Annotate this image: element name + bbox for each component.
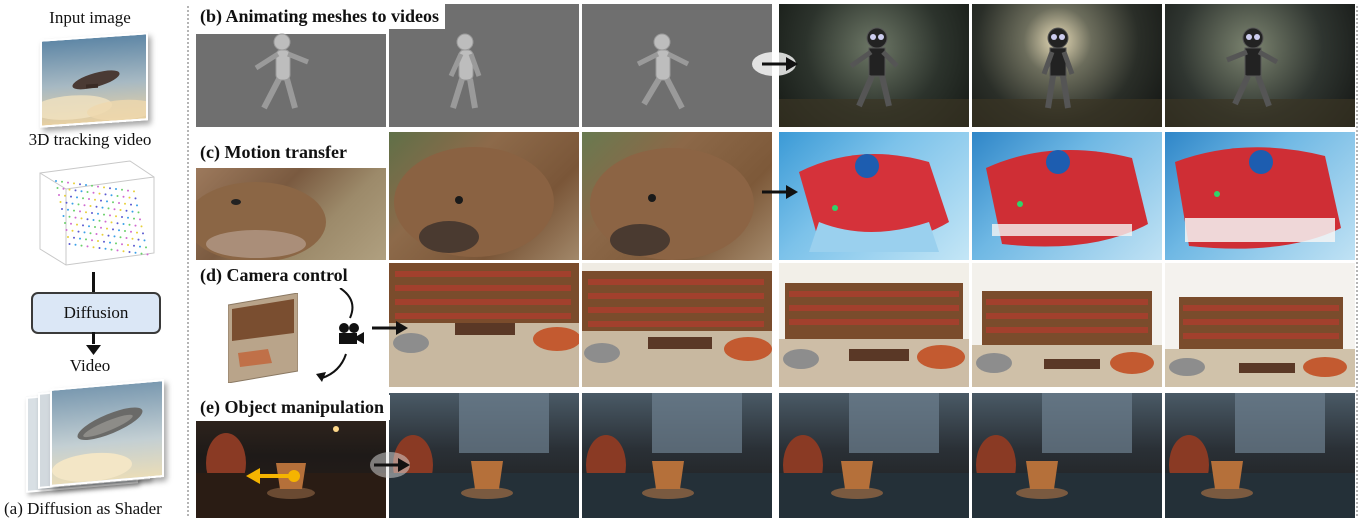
arrow-right-icon bbox=[756, 181, 802, 208]
coffee-frame-3 bbox=[582, 393, 772, 518]
row-title-object-manipulation: (e) Object manipulation bbox=[196, 395, 390, 420]
diffusion-box: Diffusion bbox=[31, 292, 161, 334]
camera-control-scene-preview bbox=[227, 292, 299, 384]
row-title-camera-control: (d) Camera control bbox=[200, 265, 348, 285]
library-frame-3 bbox=[779, 263, 969, 387]
coffee-frame-6 bbox=[1165, 393, 1355, 518]
section-divider bbox=[187, 6, 189, 516]
coffee-frame-5 bbox=[972, 393, 1162, 518]
tracking-video-thumbnail bbox=[30, 155, 160, 267]
robot-frame-3 bbox=[1165, 4, 1355, 127]
video-label: Video bbox=[69, 356, 111, 375]
tracking-video-label: 3D tracking video bbox=[28, 130, 152, 149]
bear-frame-3 bbox=[582, 132, 772, 260]
library-frame-2 bbox=[582, 263, 772, 387]
camera-icon bbox=[336, 322, 364, 351]
input-image-thumbnail bbox=[40, 32, 148, 128]
row-title-motion-transfer: (c) Motion transfer bbox=[196, 140, 353, 165]
pipeline-connector-top bbox=[92, 272, 95, 292]
right-divider bbox=[1356, 6, 1358, 516]
arrow-right-icon bbox=[370, 452, 414, 483]
library-frame-5 bbox=[1165, 263, 1355, 387]
arrow-right-icon bbox=[752, 52, 802, 81]
dragon-frame-3 bbox=[1165, 132, 1355, 260]
dragon-frame-2 bbox=[972, 132, 1162, 260]
output-video-stack bbox=[26, 379, 166, 496]
arrow-right-icon bbox=[370, 317, 410, 344]
coffee-frame-4 bbox=[779, 393, 969, 518]
manipulation-arrow-icon bbox=[246, 466, 302, 491]
bear-frame-2 bbox=[389, 132, 579, 260]
robot-frame-1 bbox=[779, 4, 969, 127]
dragon-frame-1 bbox=[779, 132, 969, 260]
input-image-label: Input image bbox=[49, 8, 131, 27]
coffee-frame-2 bbox=[389, 393, 579, 518]
row-title-animating-meshes: (b) Animating meshes to videos bbox=[196, 4, 446, 29]
robot-frame-2 bbox=[972, 4, 1162, 127]
mesh-frame-3 bbox=[582, 4, 772, 127]
pipeline-caption: (a) Diffusion as Shader bbox=[4, 499, 162, 518]
library-frame-4 bbox=[972, 263, 1162, 387]
library-frame-1 bbox=[389, 263, 579, 387]
